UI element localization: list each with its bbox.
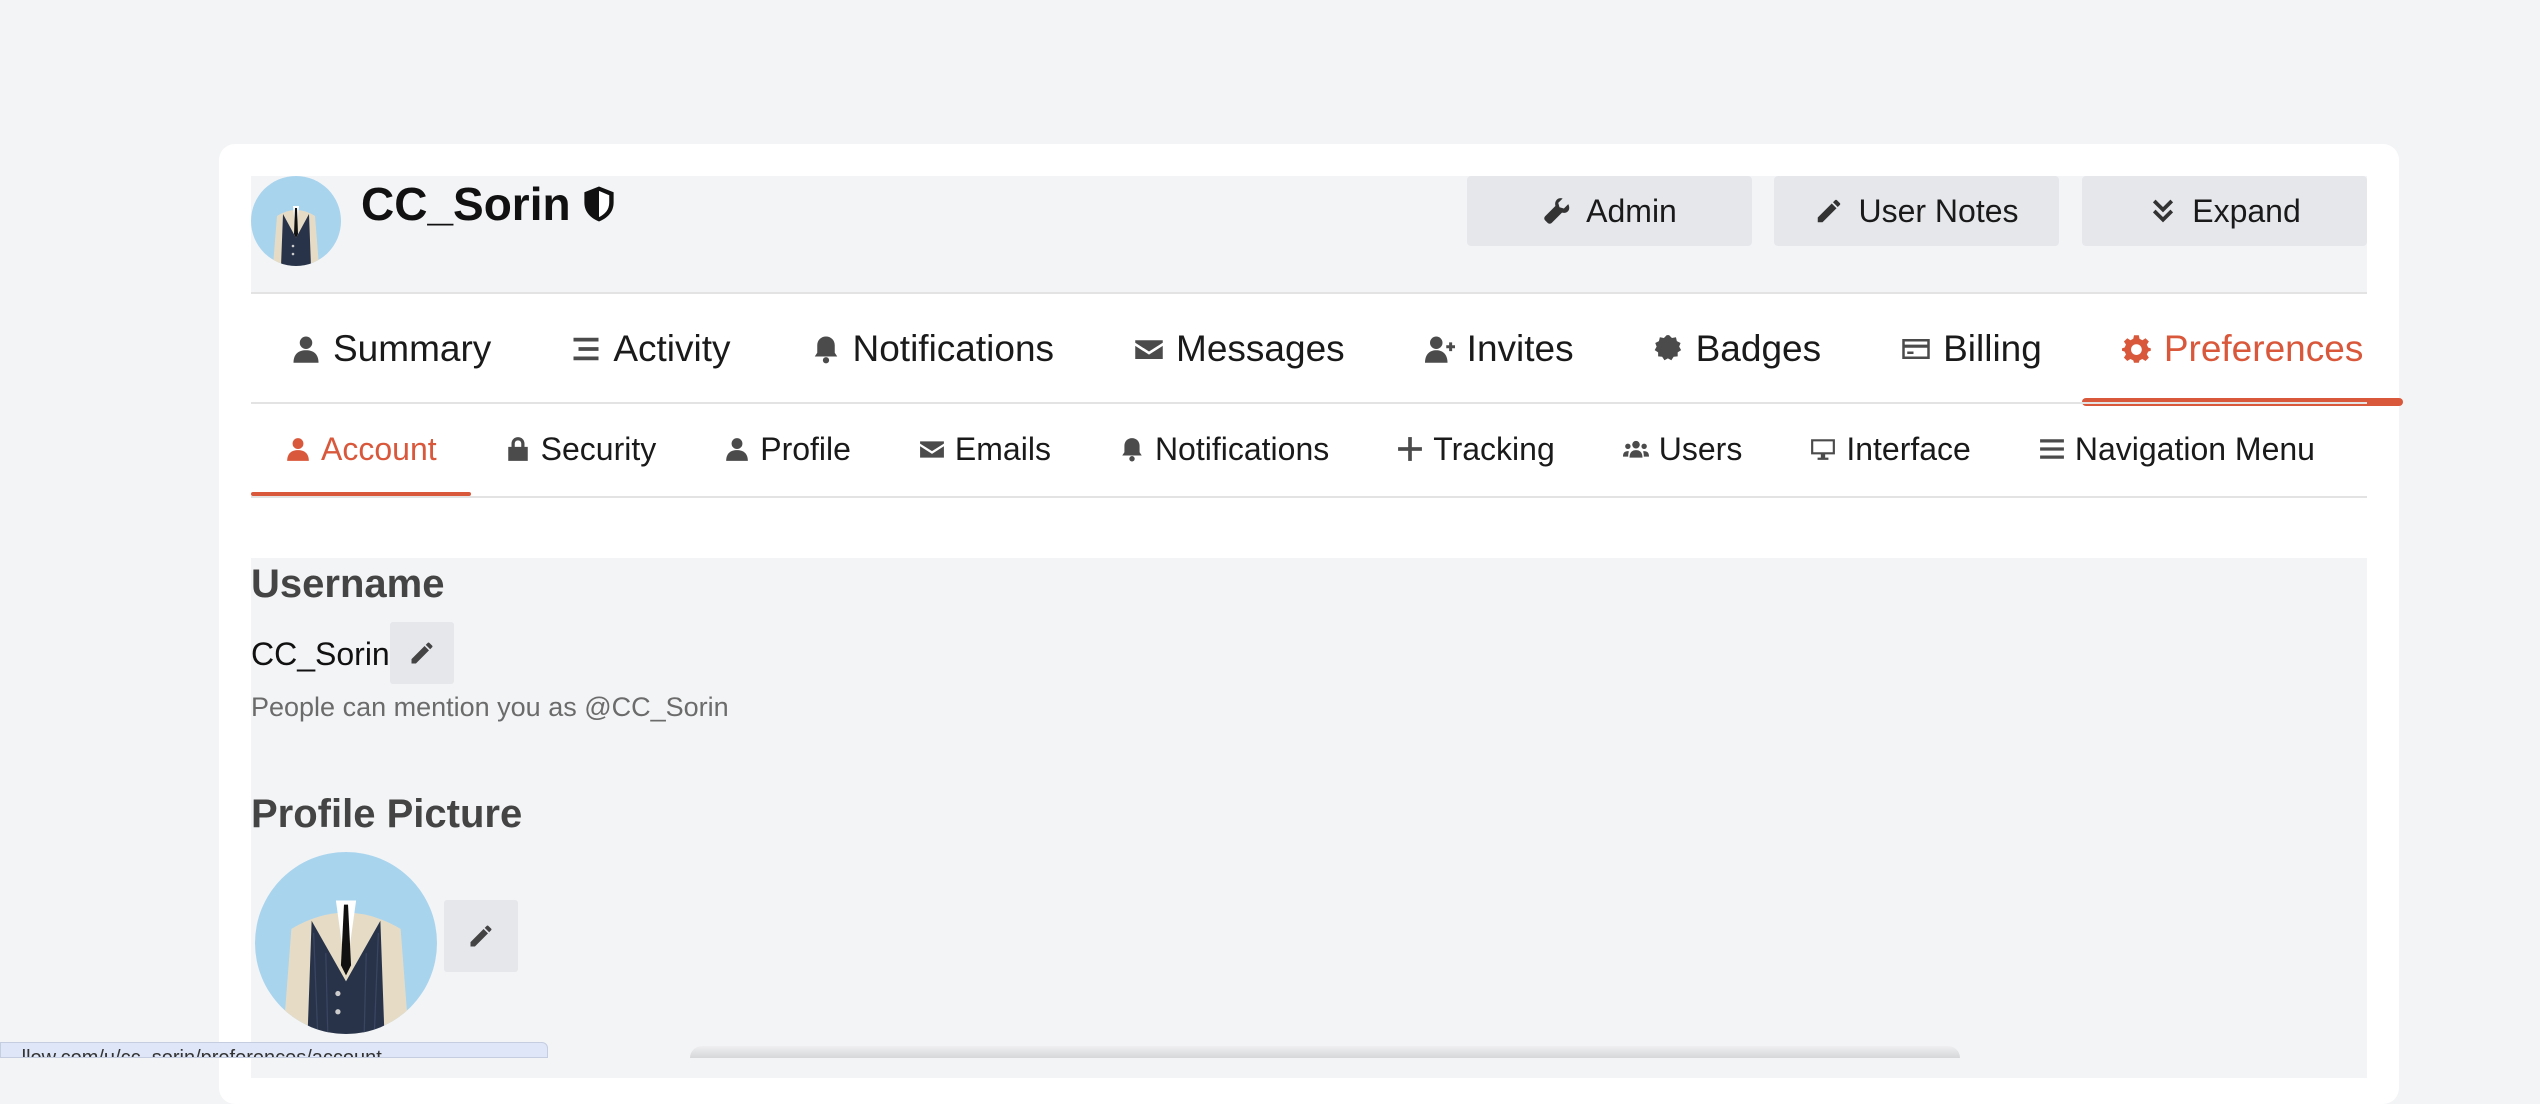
tab-messages-label: Messages <box>1176 328 1345 369</box>
tab-invites[interactable]: Invites <box>1385 296 1614 402</box>
envelope-icon <box>1135 340 1163 359</box>
tab-badges[interactable]: Badges <box>1614 296 1862 402</box>
user-plus-icon <box>1424 336 1455 363</box>
username-heading: CC_Sorin <box>361 178 571 230</box>
subtab-security[interactable]: Security <box>471 404 691 494</box>
tab-summary-label: Summary <box>333 328 492 369</box>
chevrons-down-icon <box>2153 199 2174 223</box>
user-notes-button[interactable]: User Notes <box>1774 176 2059 246</box>
users-icon <box>1622 440 1649 458</box>
lock-icon <box>507 437 528 461</box>
tab-invites-label: Invites <box>1466 328 1574 369</box>
mention-hint: People can mention you as @CC_Sorin <box>251 692 729 722</box>
pencil-icon <box>411 642 433 664</box>
subtab-users[interactable]: Users <box>1589 404 1777 494</box>
subtab-profile-label: Profile <box>760 430 851 467</box>
profile-picture <box>255 852 437 1034</box>
main-nav: Summary Activity Notifications Messages … <box>251 296 2403 406</box>
credit-card-icon <box>1902 339 1930 359</box>
gear-icon <box>2121 335 2151 363</box>
tab-summary[interactable]: Summary <box>251 296 531 402</box>
avatar-image <box>251 176 341 266</box>
subtab-notifications-label: Notifications <box>1154 430 1330 467</box>
expand-button-label: Expand <box>2192 192 2301 229</box>
subtab-emails-label: Emails <box>954 430 1051 467</box>
tab-badges-label: Badges <box>1695 328 1822 369</box>
subtab-emails[interactable]: Emails <box>885 404 1085 494</box>
subtab-interface-label: Interface <box>1846 430 1971 467</box>
tab-notifications-label: Notifications <box>852 328 1055 369</box>
account-preferences-panel <box>251 558 2367 1078</box>
pencil-icon <box>1818 199 1841 223</box>
bell-icon <box>814 336 837 364</box>
subtab-navigation-menu[interactable]: Navigation Menu <box>2005 404 2349 494</box>
subtab-navigation-menu-label: Navigation Menu <box>2074 430 2315 467</box>
username-value: CC_Sorin <box>251 636 390 672</box>
tab-billing[interactable]: Billing <box>1861 296 2082 402</box>
subtab-tracking[interactable]: Tracking <box>1363 404 1589 494</box>
admin-button[interactable]: Admin <box>1467 176 1752 246</box>
user-icon <box>726 438 749 461</box>
subtab-profile[interactable]: Profile <box>690 404 885 494</box>
subtab-account[interactable]: Account <box>251 404 471 496</box>
bell-icon <box>1122 438 1142 462</box>
certificate-icon <box>1654 335 1681 361</box>
plus-icon <box>1398 437 1423 461</box>
subtab-account-label: Account <box>321 430 437 467</box>
subtab-users-label: Users <box>1658 430 1743 467</box>
subtab-notifications[interactable]: Notifications <box>1085 404 1363 494</box>
tab-preferences-label: Preferences <box>2163 328 2364 369</box>
tab-activity-label: Activity <box>613 328 731 369</box>
tab-messages[interactable]: Messages <box>1094 296 1385 402</box>
tab-preferences[interactable]: Preferences <box>2081 296 2404 406</box>
profile-picture-image <box>255 852 437 1034</box>
edit-username-button[interactable] <box>390 622 454 684</box>
username-section-heading: Username <box>251 562 445 606</box>
subtab-security-label: Security <box>540 430 657 467</box>
bottom-overlay-shadow <box>690 1046 1960 1058</box>
user-notes-button-label: User Notes <box>1858 192 2019 229</box>
desktop-icon <box>1811 439 1836 460</box>
preferences-sub-nav: Account Security Profile Emails Notifica… <box>251 404 2367 496</box>
user-avatar[interactable] <box>251 176 341 266</box>
tab-billing-label: Billing <box>1943 328 2042 369</box>
pencil-icon <box>470 925 492 947</box>
user-icon <box>287 438 309 461</box>
list-icon <box>573 337 599 361</box>
subtab-interface[interactable]: Interface <box>1776 404 2005 494</box>
sub-nav-divider <box>251 496 2367 498</box>
bars-icon <box>2039 439 2064 459</box>
edit-profile-picture-button[interactable] <box>444 900 518 972</box>
header-divider <box>251 292 2367 294</box>
shield-icon <box>583 186 614 222</box>
wrench-icon <box>1544 198 1570 224</box>
tab-notifications[interactable]: Notifications <box>771 296 1095 402</box>
tab-activity[interactable]: Activity <box>531 296 770 402</box>
browser-status-bar: ...llow.com/u/cc_sorin/preferences/accou… <box>0 1042 548 1058</box>
subtab-tracking-label: Tracking <box>1433 430 1555 467</box>
envelope-icon <box>920 441 944 458</box>
user-title: CC_Sorin <box>361 174 617 234</box>
profile-picture-heading: Profile Picture <box>251 792 523 836</box>
admin-button-label: Admin <box>1586 192 1677 229</box>
user-icon <box>293 336 319 363</box>
expand-button[interactable]: Expand <box>2082 176 2367 246</box>
